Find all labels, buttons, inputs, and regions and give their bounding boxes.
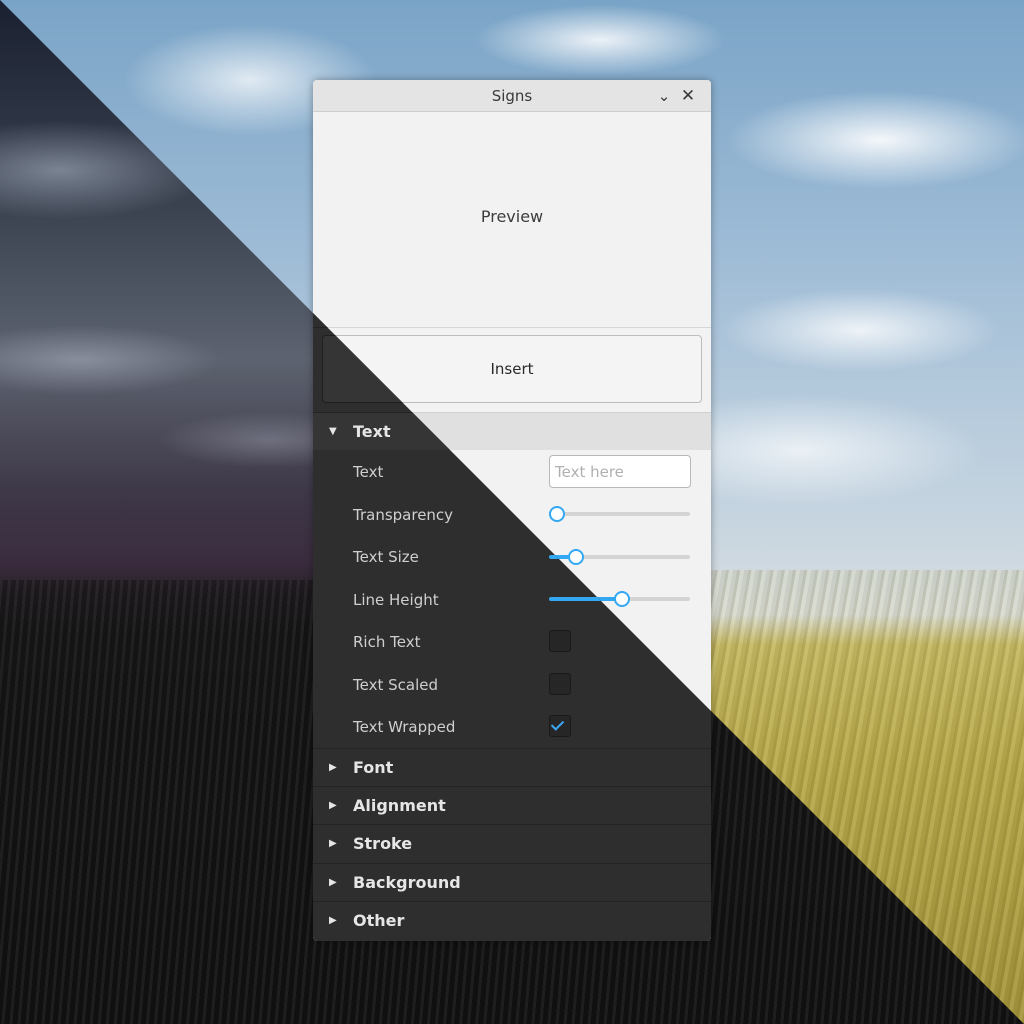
caret-down-icon: ▼ (329, 426, 337, 437)
section-label: Font (353, 758, 394, 777)
insert-button-label: Insert (490, 360, 534, 378)
section-label: Background (353, 873, 461, 892)
section-header-stroke[interactable]: ▶ Stroke (313, 824, 711, 862)
section-label: Stroke (353, 834, 413, 853)
window-title: Signs (491, 87, 533, 105)
checkmark-icon (550, 717, 565, 731)
transparency-label: Transparency (353, 506, 454, 524)
preview-area: Preview (313, 112, 711, 328)
text-scaled-checkbox[interactable] (549, 673, 571, 695)
text-input[interactable] (549, 455, 691, 488)
section-header-other[interactable]: ▶ Other (313, 901, 711, 939)
slider-handle[interactable] (568, 549, 585, 565)
slider-handle[interactable] (613, 591, 630, 607)
preview-label: Preview (480, 207, 544, 226)
section-header-background[interactable]: ▶ Background (313, 863, 711, 901)
text-property-label: Text (353, 463, 384, 481)
section-label: Other (353, 911, 405, 930)
section-header-alignment[interactable]: ▶ Alignment (313, 786, 711, 824)
caret-right-icon: ▶ (329, 915, 337, 926)
slider-track (549, 512, 690, 516)
transparency-slider[interactable] (549, 506, 690, 522)
caret-right-icon: ▶ (329, 800, 337, 811)
slider-handle[interactable] (549, 506, 565, 522)
title-bar[interactable]: Signs ⌄ ✕ (313, 80, 711, 112)
rich-text-checkbox[interactable] (549, 630, 571, 652)
caret-right-icon: ▶ (329, 762, 337, 773)
text-scaled-label: Text Scaled (353, 676, 438, 694)
line-height-label: Line Height (353, 591, 439, 609)
text-size-slider[interactable] (549, 549, 690, 565)
chevron-down-icon[interactable]: ⌄ (653, 80, 675, 112)
section-label: Alignment (353, 796, 446, 815)
text-wrapped-label: Text Wrapped (353, 718, 456, 736)
section-header-font[interactable]: ▶ Font (313, 748, 711, 786)
text-size-label: Text Size (353, 548, 419, 566)
caret-right-icon: ▶ (329, 838, 337, 849)
section-label: Text (353, 422, 391, 441)
signs-panel: Signs ⌄ ✕ Preview Insert ▼ Text Text Tra… (313, 80, 711, 941)
caret-right-icon: ▶ (329, 877, 337, 888)
text-wrapped-checkbox[interactable] (549, 715, 571, 737)
rich-text-label: Rich Text (353, 633, 421, 651)
close-icon[interactable]: ✕ (677, 80, 699, 112)
